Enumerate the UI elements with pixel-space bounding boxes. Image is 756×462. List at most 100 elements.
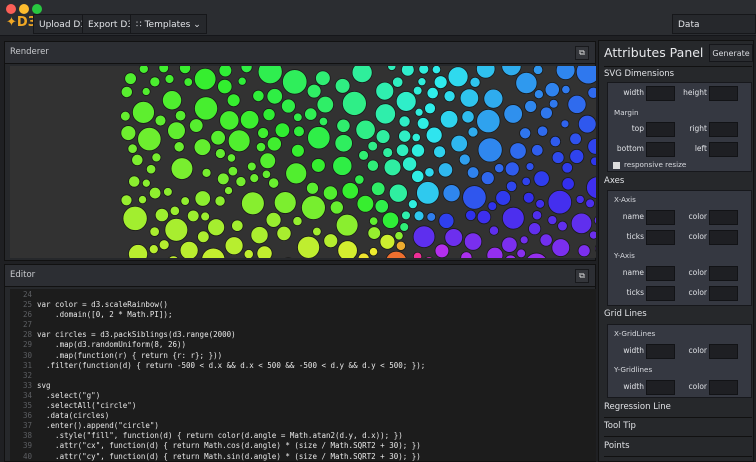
x-grid-width-input[interactable] — [646, 344, 675, 359]
minimize-window-button[interactable] — [19, 4, 29, 14]
code-text: .attr("cy", function(d) { return Math.si… — [37, 451, 421, 461]
packed-circle — [311, 158, 326, 173]
packed-circle — [551, 238, 571, 257]
packed-circle — [274, 122, 291, 138]
packed-circle — [261, 169, 272, 179]
packed-circle — [460, 251, 473, 258]
height-input[interactable] — [709, 86, 738, 101]
x-ticks-color-input[interactable] — [709, 230, 738, 245]
popout-icon[interactable]: ⧉ — [575, 46, 589, 60]
packed-circle — [501, 66, 522, 77]
packed-circle — [189, 118, 204, 133]
y-grid-color-label: color — [688, 382, 707, 391]
y-axis-name-input[interactable] — [646, 266, 675, 281]
y-axis-ticks-input[interactable] — [646, 286, 675, 301]
packed-circle — [252, 89, 265, 103]
y-ticks-label: ticks — [626, 288, 644, 297]
packed-circle — [505, 180, 518, 192]
packed-circle — [401, 66, 415, 77]
x-grid-color-input[interactable] — [709, 344, 738, 359]
x-axis-ticks-input[interactable] — [646, 230, 675, 245]
packed-circle — [509, 142, 527, 160]
packed-circle — [367, 140, 379, 152]
margin-right-input[interactable] — [709, 122, 738, 137]
packed-circle — [355, 119, 376, 140]
margin-bottom-input[interactable] — [646, 142, 675, 157]
packed-circle — [444, 228, 464, 247]
x-axis-name-input[interactable] — [646, 210, 675, 225]
y-ticks-color-input[interactable] — [709, 286, 738, 301]
x-axis-color-input[interactable] — [709, 210, 738, 225]
packed-circle — [158, 66, 170, 74]
svg-dimensions-heading[interactable]: SVG Dimensions — [604, 69, 674, 79]
templates-dropdown[interactable]: ∷ Templates ⌄ — [130, 14, 207, 34]
packed-circle — [158, 239, 170, 251]
packed-circle — [567, 94, 587, 114]
line-number: 26 — [22, 310, 32, 320]
packed-circle — [516, 248, 526, 258]
packed-circle — [483, 88, 504, 109]
y-axis-color-input[interactable] — [709, 266, 738, 281]
code-text: svg — [37, 380, 51, 390]
packed-circle — [304, 107, 318, 121]
code-line: 35 .selectAll("circle") — [10, 401, 596, 411]
code-text: var circles = d3.packSiblings(d3.range(2… — [37, 330, 236, 340]
top-label: top — [631, 124, 644, 133]
packed-circle — [183, 77, 193, 87]
code-line: 31 .filter(function(d) { return -500 < d… — [10, 361, 596, 371]
packed-circle — [417, 77, 427, 87]
axes-heading[interactable]: Axes — [604, 176, 624, 186]
packed-circle — [154, 207, 169, 223]
packed-circle — [194, 190, 211, 207]
packed-circle — [476, 209, 492, 225]
tool-tip-heading[interactable]: Tool Tip — [604, 421, 636, 431]
packed-circle — [154, 114, 167, 127]
packed-circle — [585, 198, 595, 209]
packed-circle — [164, 217, 189, 242]
packed-circle — [276, 225, 292, 241]
points-heading[interactable]: Points — [604, 441, 630, 451]
packed-circle — [323, 233, 339, 249]
packed-circle — [519, 235, 529, 245]
regression-line-heading[interactable]: Regression Line — [604, 402, 671, 412]
close-window-button[interactable] — [6, 4, 16, 14]
generate-button[interactable]: Generate — [709, 44, 753, 62]
line-number: 36 — [22, 411, 32, 421]
packed-circle — [424, 102, 436, 115]
margin-left-input[interactable] — [709, 142, 738, 157]
packed-circle — [495, 190, 512, 206]
packed-circle — [433, 75, 448, 90]
x-ticks-color-label: color — [688, 232, 707, 241]
packed-circle — [385, 250, 407, 258]
maximize-window-button[interactable] — [32, 4, 42, 14]
packed-circle — [187, 209, 200, 223]
grid-lines-heading[interactable]: Grid Lines — [604, 309, 647, 319]
code-line: 37 .enter().append("circle") — [10, 421, 596, 431]
packed-circle — [255, 141, 267, 153]
packed-circle — [593, 216, 596, 225]
packed-circle — [149, 226, 160, 237]
packed-circle — [216, 172, 230, 186]
packed-circle — [412, 251, 423, 258]
packed-circle — [399, 222, 410, 232]
packed-circle — [443, 90, 456, 103]
code-text: .map(d3.randomUniform(8, 26)) — [37, 340, 187, 350]
packed-circle — [335, 213, 359, 237]
packed-circle — [424, 167, 435, 178]
width-input[interactable] — [646, 86, 675, 101]
y-grid-color-input[interactable] — [709, 380, 738, 395]
code-editor[interactable]: 24 25 var color = d3.scaleRainbow() 26 .dom… — [10, 289, 596, 461]
packed-circle — [412, 225, 436, 248]
packed-circle — [266, 136, 282, 152]
packed-circle — [145, 164, 157, 175]
line-number: 35 — [22, 401, 32, 411]
margin-top-input[interactable] — [646, 122, 675, 137]
line-number: 37 — [22, 421, 32, 431]
y-grid-width-input[interactable] — [646, 380, 675, 395]
packed-circle — [226, 93, 241, 108]
data-management-button[interactable]: Data Management — [672, 14, 756, 50]
responsive-resize-checkbox[interactable] — [613, 162, 620, 169]
code-line: 26 .domain([0, 2 * Math.PI]); — [10, 310, 596, 320]
packed-circle — [461, 110, 475, 124]
popout-icon[interactable]: ⧉ — [575, 269, 589, 283]
